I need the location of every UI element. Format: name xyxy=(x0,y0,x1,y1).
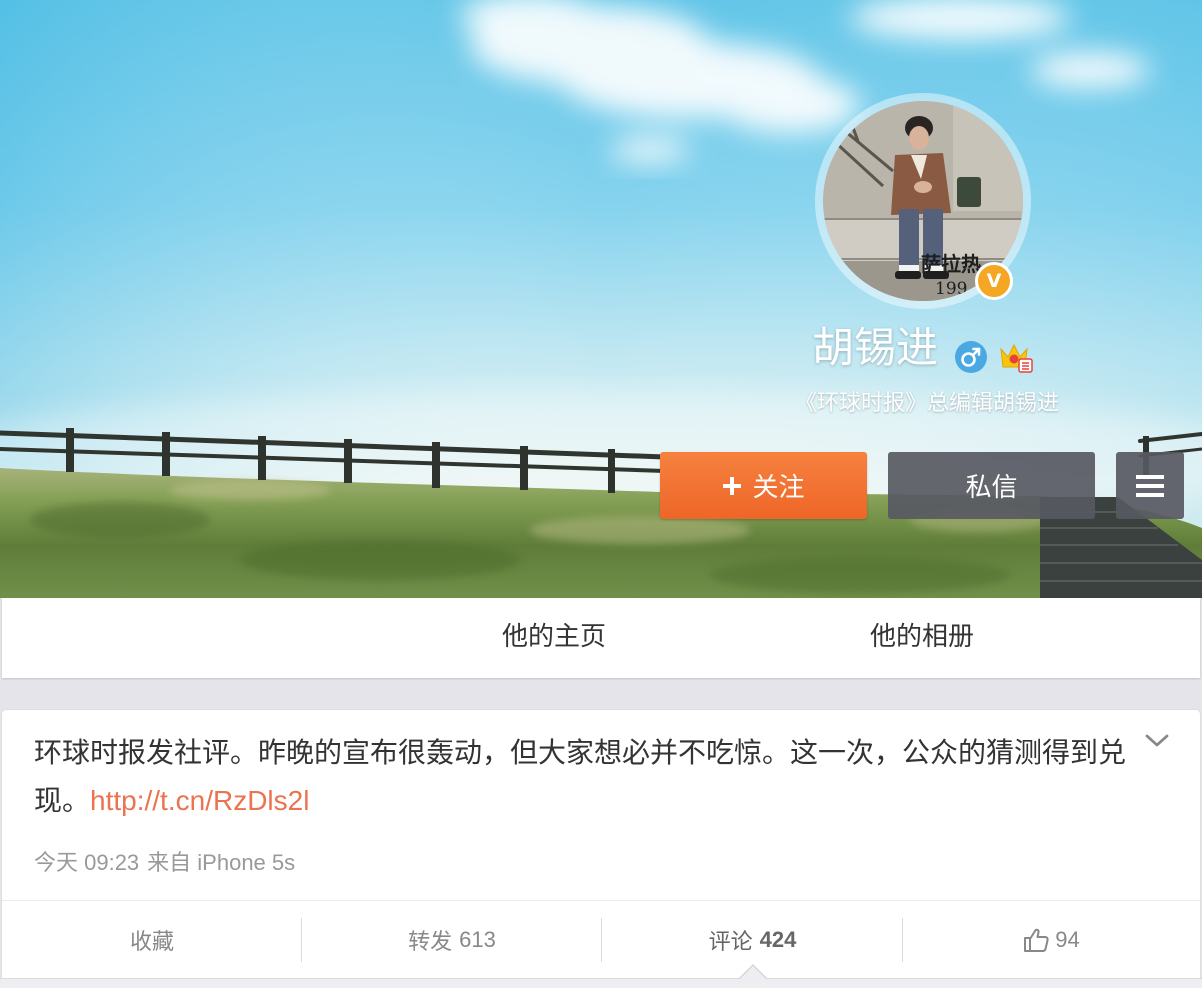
like-button[interactable]: 94 xyxy=(903,901,1200,978)
follow-label: 关注 xyxy=(752,472,805,502)
profile-name: 胡锡进 xyxy=(811,324,938,371)
crown-icon xyxy=(1000,343,1033,373)
plus-icon xyxy=(723,476,742,495)
post-action-bar: 收藏 转发 613 评论 424 94 xyxy=(2,900,1200,978)
tab-home[interactable]: 他的主页 xyxy=(370,598,738,678)
chevron-down-icon[interactable] xyxy=(1144,732,1170,750)
male-icon xyxy=(955,341,987,373)
profile-description: 《环球时报》总编辑胡锡进 xyxy=(794,390,1059,415)
favorite-label: 收藏 xyxy=(129,928,174,954)
message-button[interactable]: 私信 xyxy=(888,452,1095,519)
like-count: 94 xyxy=(1055,926,1080,952)
profile-tab-bar: 他的主页 他的相册 xyxy=(2,598,1200,678)
thumbs-up-icon xyxy=(1024,928,1049,952)
post-time: 今天 09:23 xyxy=(34,850,140,875)
repost-label: 转发 xyxy=(408,928,453,954)
message-label: 私信 xyxy=(965,472,1018,502)
post-card: 环球时报发社评。昨晚的宣布很轰动，但大家想必并不吃惊。这一次，公众的猜测得到兑现… xyxy=(2,710,1200,978)
follow-button[interactable]: 关注 xyxy=(660,452,867,519)
verified-badge: V xyxy=(975,262,1013,300)
comment-pointer-triangle xyxy=(739,964,767,979)
more-menu-button[interactable] xyxy=(1116,452,1184,519)
post-link[interactable]: http://t.cn/RzDls2l xyxy=(90,785,309,816)
post-source: 来自 iPhone 5s xyxy=(147,850,296,875)
post-meta: 今天 09:23 来自 iPhone 5s xyxy=(34,848,295,878)
post-text: 环球时报发社评。昨晚的宣布很轰动，但大家想必并不吃惊。这一次，公众的猜测得到兑现… xyxy=(34,729,1134,825)
repost-button[interactable]: 转发 613 xyxy=(302,901,602,978)
comment-label: 评论 xyxy=(708,928,753,954)
favorite-button[interactable]: 收藏 xyxy=(2,901,302,978)
tab-album[interactable]: 他的相册 xyxy=(738,598,1106,678)
avatar-caption-line1: 萨拉热 xyxy=(921,252,981,276)
bottom-strip xyxy=(0,978,1202,988)
comment-count: 424 xyxy=(759,926,797,952)
repost-count: 613 xyxy=(459,926,496,952)
menu-icon xyxy=(1136,474,1164,497)
